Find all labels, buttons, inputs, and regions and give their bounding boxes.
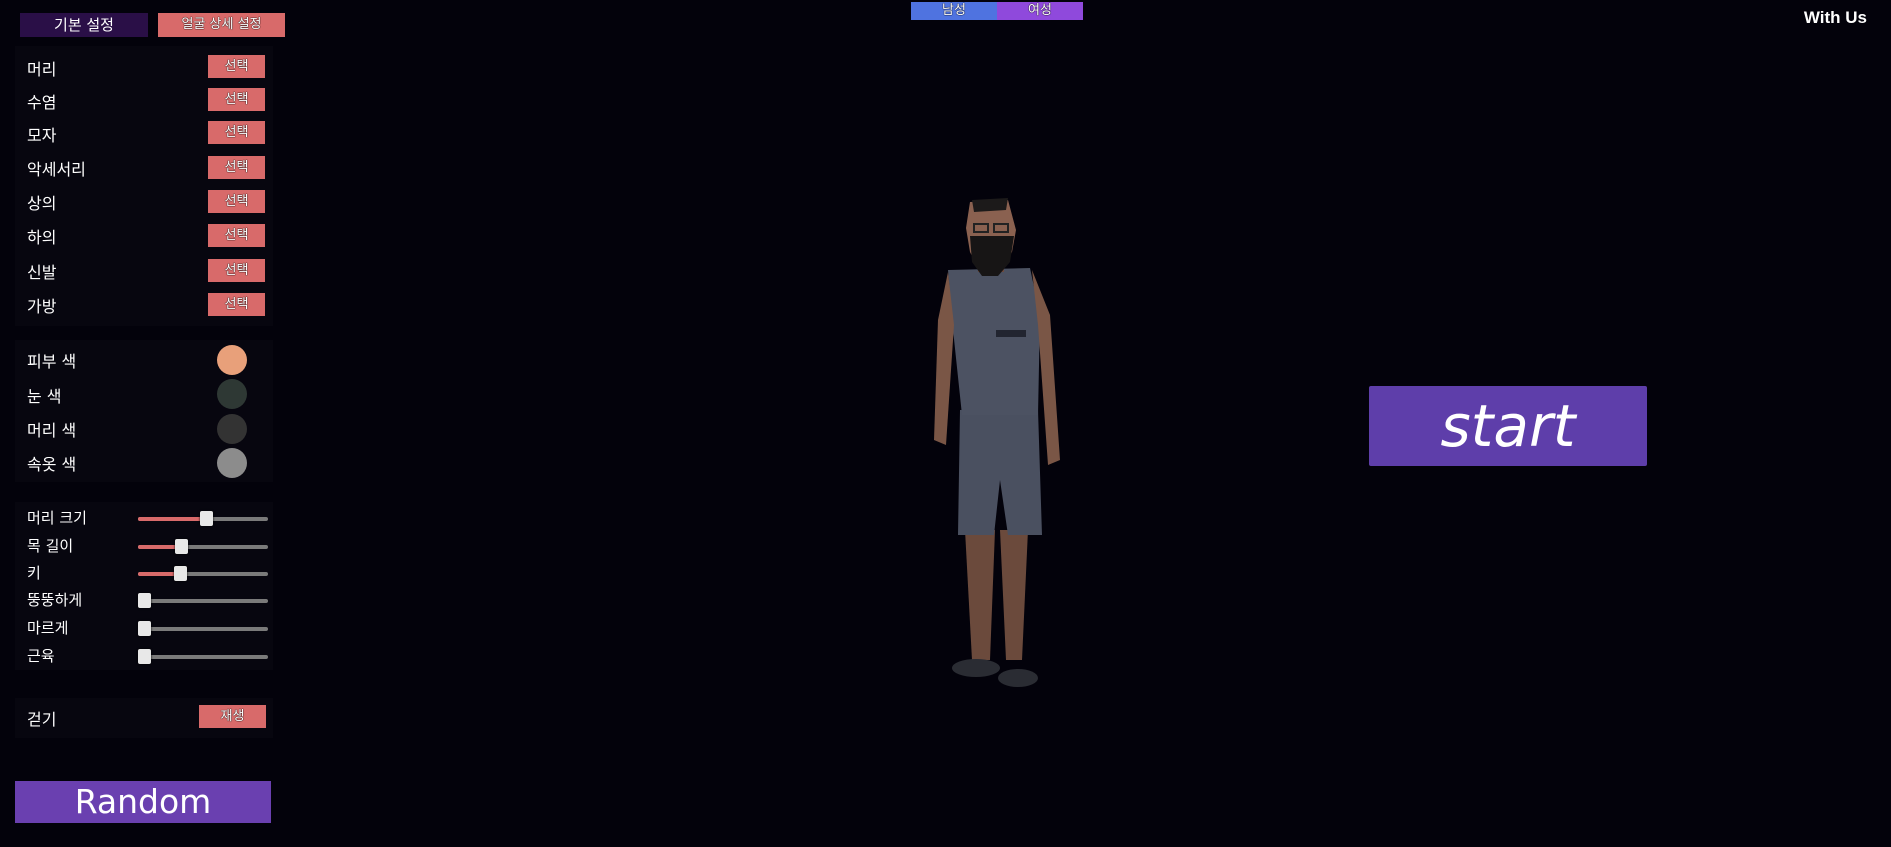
with-us-link[interactable]: With Us	[1804, 8, 1867, 28]
color-label-hair: 머리 색	[27, 421, 77, 440]
play-walk-button[interactable]: 재생	[199, 705, 266, 728]
body-sliders-panel: 머리 크기 목 길이 키 뚱뚱하게 마르게 근육	[15, 502, 273, 670]
color-label-underwear: 속옷 색	[27, 455, 77, 474]
select-hat-button[interactable]: 선택	[208, 121, 265, 144]
slider-label-head-size: 머리 크기	[27, 509, 87, 527]
gender-female-button[interactable]: 여성	[997, 2, 1083, 20]
select-shoes-button[interactable]: 선택	[208, 259, 265, 282]
color-label-skin: 피부 색	[27, 352, 77, 371]
skin-color-swatch[interactable]	[217, 345, 247, 375]
animation-panel: 걷기 재생	[15, 698, 273, 738]
character-model-image	[934, 198, 1060, 687]
slider-label-neck-length: 목 길이	[27, 537, 74, 555]
color-label-eye: 눈 색	[27, 387, 62, 406]
part-label-hat: 모자	[27, 126, 57, 145]
head-size-slider-thumb[interactable]	[199, 511, 213, 526]
gender-toggle: 남성 여성	[911, 2, 1083, 20]
slider-label-height: 키	[27, 564, 41, 582]
colors-panel: 피부 색 눈 색 머리 색 속옷 색	[15, 340, 273, 482]
select-beard-button[interactable]: 선택	[208, 88, 265, 111]
fat-slider[interactable]	[138, 593, 268, 608]
thin-slider-thumb[interactable]	[138, 621, 151, 636]
part-label-top: 상의	[27, 194, 57, 213]
head-size-slider[interactable]	[138, 511, 268, 526]
slider-label-fat: 뚱뚱하게	[27, 591, 83, 609]
select-top-button[interactable]: 선택	[208, 190, 265, 213]
thin-slider[interactable]	[138, 621, 268, 636]
part-label-hair: 머리	[27, 60, 57, 79]
fat-slider-thumb[interactable]	[138, 593, 151, 608]
parts-panel: 머리 선택 수염 선택 모자 선택 악세서리 선택 상의 선택 하의 선택 신발…	[15, 46, 273, 326]
muscle-slider[interactable]	[138, 649, 268, 664]
muscle-slider-thumb[interactable]	[138, 649, 151, 664]
height-slider-thumb[interactable]	[173, 566, 187, 581]
neck-length-slider[interactable]	[138, 539, 268, 554]
hair-color-swatch[interactable]	[217, 414, 247, 444]
part-label-beard: 수염	[27, 93, 57, 112]
slider-label-thin: 마르게	[27, 619, 69, 637]
tab-basic-settings[interactable]: 기본 설정	[20, 13, 148, 37]
neck-length-slider-thumb[interactable]	[174, 539, 188, 554]
part-label-shoes: 신발	[27, 263, 57, 282]
select-hair-button[interactable]: 선택	[208, 55, 265, 78]
start-button[interactable]: start	[1369, 386, 1647, 466]
height-slider[interactable]	[138, 566, 268, 581]
part-label-bag: 가방	[27, 297, 57, 316]
tab-face-detail-settings[interactable]: 얼굴 상세 설정	[158, 13, 285, 37]
gender-male-button[interactable]: 남성	[911, 2, 997, 20]
part-label-accessory: 악세서리	[27, 160, 86, 179]
character-preview[interactable]	[910, 190, 1080, 720]
part-label-bottom: 하의	[27, 228, 57, 247]
eye-color-swatch[interactable]	[217, 379, 247, 409]
animation-label-walk: 걷기	[27, 710, 57, 729]
underwear-color-swatch[interactable]	[217, 448, 247, 478]
random-button[interactable]: Random	[15, 781, 271, 823]
select-accessory-button[interactable]: 선택	[208, 156, 265, 179]
slider-label-muscle: 근육	[27, 647, 55, 665]
select-bottom-button[interactable]: 선택	[208, 224, 265, 247]
select-bag-button[interactable]: 선택	[208, 293, 265, 316]
